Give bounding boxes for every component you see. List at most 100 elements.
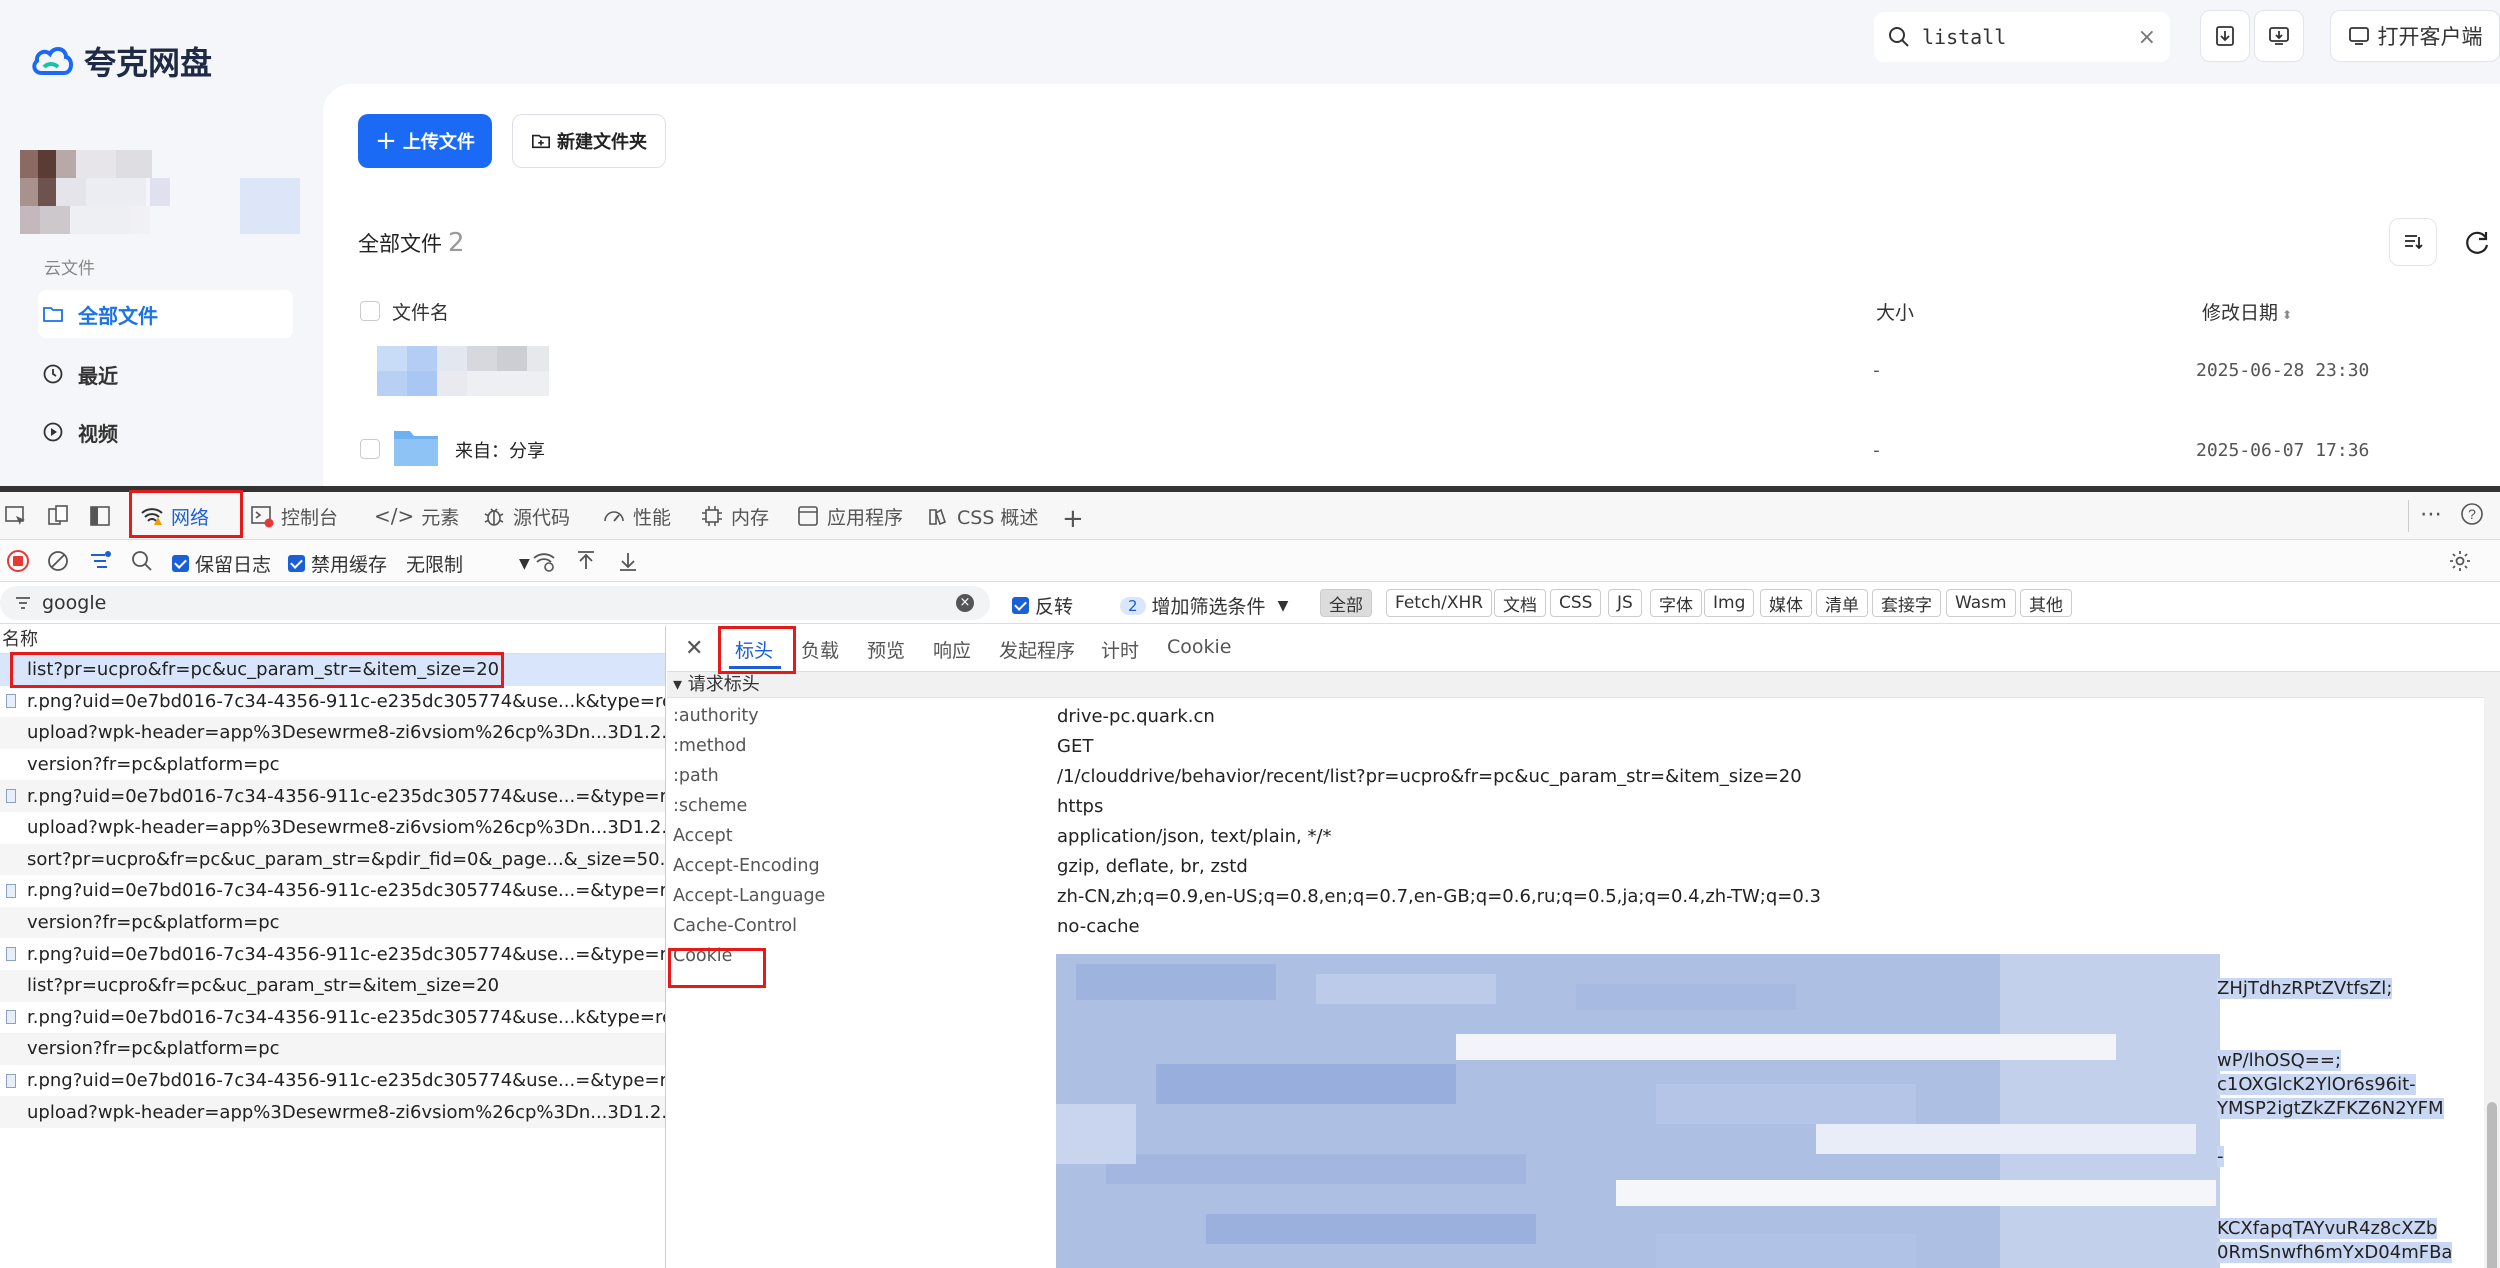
- sidebar-item-video[interactable]: 视频: [38, 408, 293, 456]
- disable-cache-checkbox[interactable]: 禁用缓存: [288, 550, 387, 577]
- device-emulation-button[interactable]: [46, 504, 70, 528]
- tab-payload[interactable]: 负载: [801, 636, 839, 663]
- tab-performance[interactable]: 性能: [602, 492, 671, 540]
- chip-css[interactable]: CSS: [1550, 589, 1602, 617]
- network-settings-button[interactable]: [2448, 549, 2472, 573]
- chip-other[interactable]: 其他: [2020, 589, 2072, 617]
- tab-application[interactable]: 应用程序: [796, 492, 903, 540]
- request-row[interactable]: r.png?uid=0e7bd016-7c34-4356-911c-e235dc…: [0, 875, 665, 907]
- clear-button[interactable]: [46, 549, 70, 573]
- sort-arrows-icon: ⬍: [2282, 308, 2293, 322]
- search-icon: [1889, 27, 1909, 47]
- user-avatar-pixelated[interactable]: [20, 150, 300, 234]
- chip-font[interactable]: 字体: [1650, 589, 1702, 617]
- dropdown-arrow-icon: ▼: [519, 555, 530, 572]
- chip-all[interactable]: 全部: [1320, 589, 1372, 617]
- request-row[interactable]: r.png?uid=0e7bd016-7c34-4356-911c-e235dc…: [0, 686, 665, 718]
- clear-search-icon[interactable]: ×: [2138, 25, 2156, 50]
- network-conditions-button[interactable]: [532, 549, 556, 573]
- chip-manifest[interactable]: 清单: [1816, 589, 1868, 617]
- chip-js[interactable]: JS: [1608, 589, 1642, 617]
- request-headers-section[interactable]: ▾ 请求标头: [667, 672, 2500, 698]
- request-row[interactable]: upload?wpk-header=app%3Desewrme8-zi6vsio…: [0, 812, 665, 844]
- tab-elements[interactable]: </> 元素: [374, 492, 459, 540]
- new-folder-label: 新建文件夹: [557, 132, 647, 153]
- chip-media[interactable]: 媒体: [1760, 589, 1812, 617]
- header-name: :authority: [673, 706, 759, 726]
- dock-side-button[interactable]: [88, 504, 112, 528]
- refresh-icon[interactable]: [2462, 228, 2492, 258]
- more-filters-dropdown[interactable]: 2 增加筛选条件 ▼: [1120, 592, 1288, 619]
- more-tabs-plus-icon[interactable]: +: [1062, 504, 1084, 534]
- search-input[interactable]: listall: [1922, 25, 2006, 49]
- export-har-button[interactable]: [616, 549, 640, 573]
- sidebar-item-all-files[interactable]: 全部文件: [38, 290, 293, 338]
- header-name: Accept-Language: [673, 886, 826, 906]
- tab-network[interactable]: 网络: [140, 492, 209, 540]
- new-folder-button[interactable]: 新建文件夹: [512, 114, 666, 168]
- sidebar-item-recent[interactable]: 最近: [38, 350, 293, 398]
- clear-filter-icon[interactable]: ×: [956, 594, 974, 612]
- request-row[interactable]: r.png?uid=0e7bd016-7c34-4356-911c-e235dc…: [0, 1065, 665, 1097]
- cookie-fragment: YMSP2igtZkZFKZ6N2YFM: [2217, 1098, 2444, 1119]
- row-checkbox[interactable]: [360, 439, 380, 459]
- request-row[interactable]: upload?wpk-header=app%3Desewrme8-zi6vsio…: [0, 1096, 665, 1128]
- tab-initiator[interactable]: 发起程序: [999, 636, 1075, 663]
- details-scrollbar[interactable]: [2484, 672, 2500, 1268]
- request-name: r.png?uid=0e7bd016-7c34-4356-911c-e235dc…: [27, 785, 665, 807]
- request-row[interactable]: version?fr=pc&platform=pc: [0, 906, 665, 939]
- throttle-select[interactable]: 无限制 ▼: [406, 550, 530, 577]
- help-icon[interactable]: ?: [2460, 502, 2484, 526]
- request-row[interactable]: version?fr=pc&platform=pc: [0, 749, 665, 781]
- app-logo[interactable]: 夸克网盘: [30, 38, 212, 84]
- tab-memory[interactable]: 内存: [700, 492, 769, 540]
- request-row[interactable]: version?fr=pc&platform=pc: [0, 1033, 665, 1065]
- screen: 夸克网盘 listall × 打开客户端 云文件 全部文件 最近 视频 + 上传…: [0, 0, 2500, 1268]
- record-button[interactable]: [6, 549, 30, 573]
- preserve-log-checkbox[interactable]: 保留日志: [172, 550, 271, 577]
- request-row[interactable]: upload?wpk-header=app%3Desewrme8-zi6vsio…: [0, 717, 665, 749]
- file-name[interactable]: 来自：分享: [455, 437, 545, 463]
- search-button[interactable]: [130, 549, 154, 573]
- tab-timing[interactable]: 计时: [1101, 636, 1139, 663]
- open-client-button[interactable]: 打开客户端: [2330, 10, 2500, 62]
- upload-button[interactable]: + 上传文件: [358, 114, 492, 168]
- col-header-name[interactable]: 名称: [0, 626, 665, 654]
- filter-input[interactable]: google ×: [0, 586, 990, 620]
- tab-cookies[interactable]: Cookie: [1167, 636, 1232, 658]
- tab-css-overview[interactable]: CSS 概述: [926, 492, 1038, 540]
- download-button[interactable]: [2200, 10, 2250, 62]
- import-har-button[interactable]: [574, 549, 598, 573]
- chip-socket[interactable]: 套接字: [1872, 589, 1941, 617]
- col-header-name[interactable]: 文件名: [392, 298, 449, 325]
- request-row[interactable]: r.png?uid=0e7bd016-7c34-4356-911c-e235dc…: [0, 938, 665, 970]
- request-row[interactable]: list?pr=ucpro&fr=pc&uc_param_str=&item_s…: [0, 969, 665, 1002]
- chip-img[interactable]: Img: [1704, 589, 1755, 617]
- inspect-element-button[interactable]: [4, 504, 28, 528]
- request-row[interactable]: r.png?uid=0e7bd016-7c34-4356-911c-e235dc…: [0, 1002, 665, 1034]
- request-row[interactable]: r.png?uid=0e7bd016-7c34-4356-911c-e235dc…: [0, 780, 665, 812]
- col-header-size[interactable]: 大小: [1876, 298, 1914, 325]
- tab-preview[interactable]: 预览: [867, 636, 905, 663]
- tab-response[interactable]: 响应: [933, 636, 971, 663]
- close-details-icon[interactable]: ✕: [685, 636, 703, 661]
- request-row[interactable]: list?pr=ucpro&fr=pc&uc_param_str=&item_s…: [0, 654, 665, 686]
- scrollbar-thumb[interactable]: [2487, 1102, 2497, 1268]
- more-options-icon[interactable]: ⋯: [2420, 502, 2442, 527]
- request-row[interactable]: sort?pr=ucpro&fr=pc&uc_param_str=&pdir_f…: [0, 843, 665, 876]
- tab-console[interactable]: 控制台: [250, 492, 338, 540]
- request-name: list?pr=ucpro&fr=pc&uc_param_str=&item_s…: [27, 659, 500, 681]
- tab-sources[interactable]: 源代码: [482, 492, 570, 540]
- select-all-checkbox[interactable]: [360, 301, 380, 321]
- search-box[interactable]: listall ×: [1874, 12, 2170, 62]
- chip-fetch-xhr[interactable]: Fetch/XHR: [1386, 589, 1493, 617]
- col-header-modified[interactable]: 修改日期 ⬍: [2202, 298, 2292, 325]
- transfer-button[interactable]: [2254, 10, 2304, 62]
- sort-button[interactable]: [2389, 218, 2437, 266]
- invert-checkbox[interactable]: 反转: [1012, 592, 1073, 619]
- file-row[interactable]: - 2025-06-28 23:30: [375, 344, 2475, 398]
- chip-document[interactable]: 文档: [1494, 589, 1546, 617]
- tab-headers[interactable]: 标头: [735, 636, 773, 663]
- chip-wasm[interactable]: Wasm: [1946, 589, 2016, 617]
- filter-settings-button[interactable]: [88, 549, 112, 573]
